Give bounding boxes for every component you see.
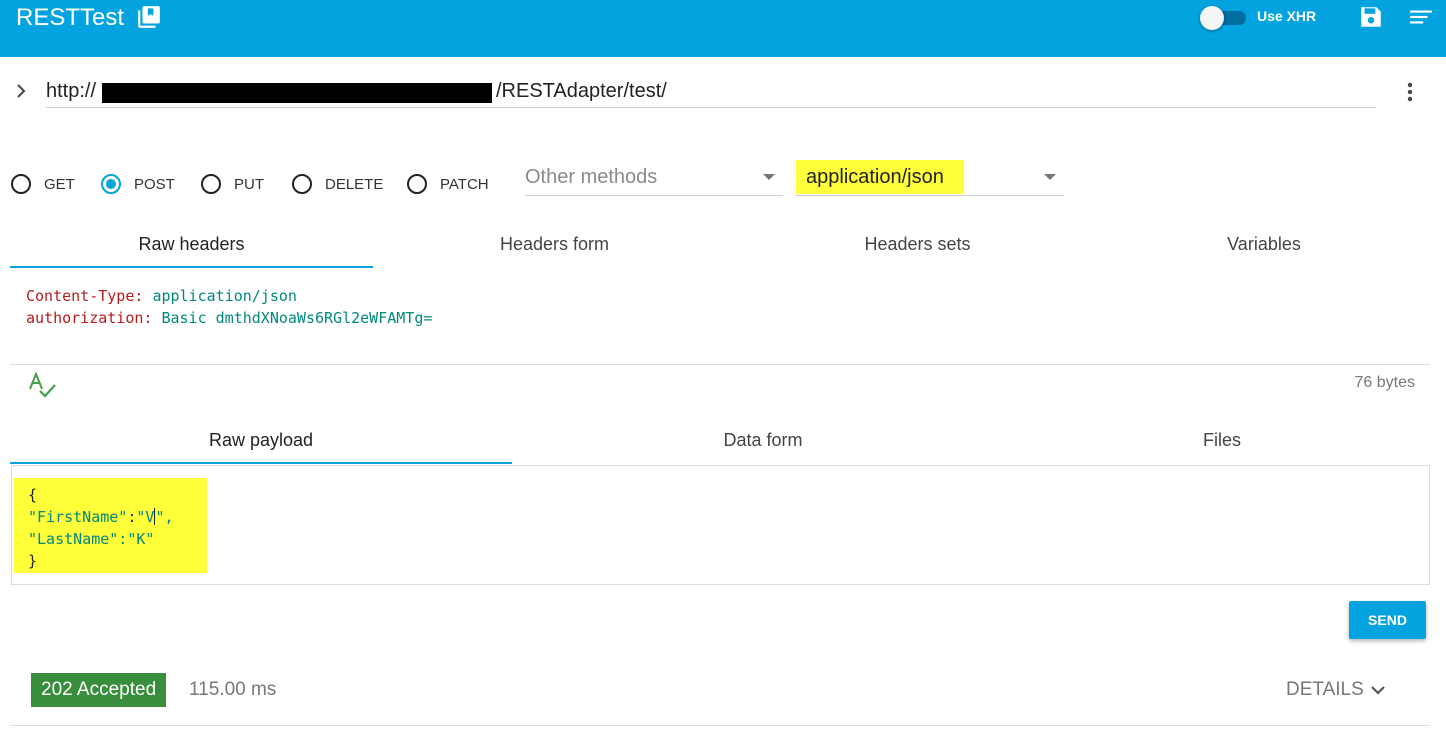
url-prefix: http:// bbox=[46, 80, 97, 102]
payload-open-brace: { bbox=[28, 486, 38, 504]
tab-raw-headers[interactable]: Raw headers bbox=[10, 220, 373, 268]
header-value: application/json bbox=[152, 287, 297, 305]
tab-headers-form[interactable]: Headers form bbox=[373, 220, 736, 268]
divider bbox=[10, 364, 1430, 365]
tab-variables[interactable]: Variables bbox=[1099, 220, 1429, 268]
header-key: Content-Type bbox=[26, 287, 135, 305]
use-xhr-toggle-thumb[interactable] bbox=[1200, 6, 1224, 30]
method-post-label: POST bbox=[134, 175, 175, 193]
payload-close-brace: } bbox=[28, 552, 38, 570]
content-type-select[interactable]: application/json bbox=[796, 160, 1064, 196]
method-get[interactable]: GET bbox=[11, 172, 75, 196]
url-redaction bbox=[102, 83, 492, 103]
divider bbox=[10, 725, 1430, 726]
app-bar: RESTTest Use XHR bbox=[0, 0, 1446, 57]
method-patch-label: PATCH bbox=[440, 175, 489, 193]
method-delete-label: DELETE bbox=[325, 175, 384, 193]
method-patch[interactable]: PATCH bbox=[407, 172, 489, 196]
status-badge: 202 Accepted bbox=[31, 673, 167, 707]
tab-files[interactable]: Files bbox=[1014, 416, 1430, 464]
content-type-value: application/json bbox=[806, 166, 944, 188]
save-icon[interactable] bbox=[1358, 4, 1384, 30]
method-get-label: GET bbox=[44, 175, 75, 193]
headers-tabs: Raw headers Headers form Headers sets Va… bbox=[10, 220, 1446, 268]
more-vert-icon[interactable] bbox=[1400, 80, 1420, 104]
method-put-label: PUT bbox=[234, 175, 264, 193]
tab-raw-payload[interactable]: Raw payload bbox=[10, 416, 512, 464]
raw-headers-editor[interactable]: Content-Type: application/json authoriza… bbox=[26, 285, 432, 329]
payload-size: 76 bytes bbox=[1354, 374, 1415, 391]
chevron-right-icon[interactable] bbox=[12, 82, 30, 100]
use-xhr-toggle[interactable] bbox=[1200, 6, 1248, 30]
header-line: Content-Type: application/json bbox=[26, 287, 297, 305]
header-line: authorization: Basic dmthdXNoaWs6RGl2eWF… bbox=[26, 309, 433, 327]
method-put[interactable]: PUT bbox=[201, 172, 264, 196]
dropdown-arrow-icon bbox=[763, 174, 775, 180]
dropdown-arrow-icon bbox=[1044, 174, 1056, 180]
spellcheck-icon[interactable] bbox=[28, 372, 58, 400]
sort-menu-icon[interactable] bbox=[1408, 6, 1434, 28]
url-input[interactable]: http:// /RESTAdapter/test/ bbox=[46, 76, 1376, 108]
payload-first-value-end: ", bbox=[155, 508, 174, 526]
radio-post[interactable] bbox=[101, 174, 121, 194]
raw-payload-editor[interactable]: { "FirstName":"V", "LastName":"K" } bbox=[11, 465, 1430, 585]
url-suffix: /RESTAdapter/test/ bbox=[496, 80, 667, 102]
tab-data-form[interactable]: Data form bbox=[512, 416, 1014, 464]
radio-patch[interactable] bbox=[407, 174, 427, 194]
method-delete[interactable]: DELETE bbox=[292, 172, 383, 196]
use-xhr-label: Use XHR bbox=[1257, 8, 1317, 24]
send-button[interactable]: SEND bbox=[1349, 601, 1426, 639]
payload-first-key: "FirstName" bbox=[28, 508, 128, 526]
radio-delete[interactable] bbox=[292, 174, 312, 194]
details-label: DETAILS bbox=[1286, 679, 1364, 700]
chevron-down-icon bbox=[1371, 686, 1385, 695]
header-key: authorization bbox=[26, 309, 144, 327]
method-post[interactable]: POST bbox=[101, 172, 175, 196]
other-methods-placeholder: Other methods bbox=[525, 166, 658, 188]
other-methods-select[interactable]: Other methods bbox=[525, 160, 783, 196]
payload-tabs: Raw payload Data form Files bbox=[10, 416, 1430, 464]
payload-second-line: "LastName":"K" bbox=[28, 530, 155, 548]
payload-first-value: "V bbox=[136, 508, 155, 526]
details-toggle[interactable]: DETAILS bbox=[1286, 679, 1386, 701]
payload-code: { "FirstName":"V", "LastName":"K" } bbox=[28, 486, 174, 570]
radio-get[interactable] bbox=[11, 174, 31, 194]
header-value: Basic dmthdXNoaWs6RGl2eWFAMTg= bbox=[161, 309, 433, 327]
app-title: RESTTest bbox=[16, 4, 125, 31]
radio-put[interactable] bbox=[201, 174, 221, 194]
response-time: 115.00 ms bbox=[189, 679, 277, 700]
tab-headers-sets[interactable]: Headers sets bbox=[736, 220, 1099, 268]
collections-icon[interactable] bbox=[136, 4, 162, 30]
